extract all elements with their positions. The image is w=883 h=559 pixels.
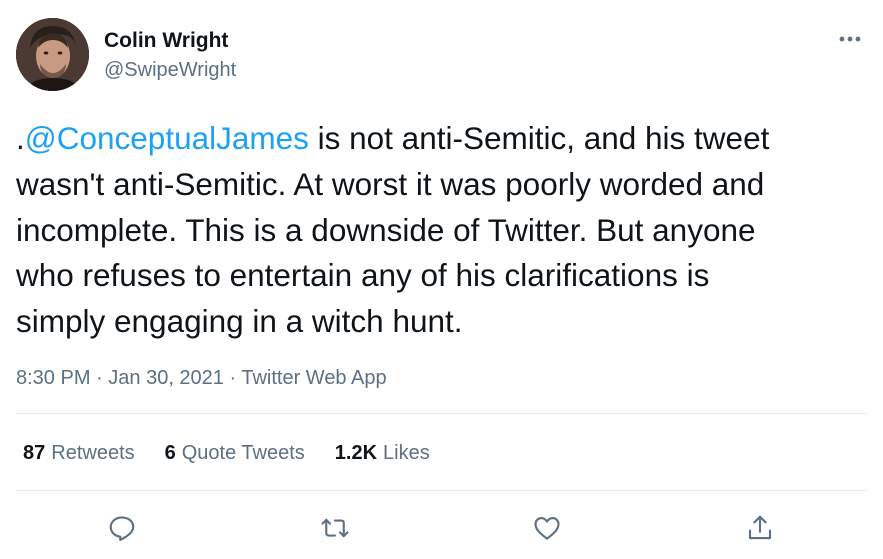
divider xyxy=(16,490,867,491)
quote-tweets-count: 6 xyxy=(164,442,176,464)
quote-tweets-stat[interactable]: 6 Quote Tweets xyxy=(165,439,305,467)
tweet-line: simply engaging in a witch hunt. xyxy=(16,303,463,340)
tweet-line: incomplete. This is a downside of Twitte… xyxy=(16,211,756,248)
likes-stat[interactable]: 1.2K Likes xyxy=(335,439,430,467)
retweets-stat[interactable]: 87 Retweets xyxy=(23,439,135,467)
tweet-line: .@ConceptualJames is not anti-Semitic, a… xyxy=(16,116,876,162)
more-options-button[interactable] xyxy=(833,22,867,56)
tweet-date[interactable]: Jan 30, 2021 xyxy=(108,367,224,389)
retweets-label: Retweets xyxy=(51,442,135,464)
meta-separator: · xyxy=(90,367,109,389)
like-button[interactable] xyxy=(527,508,567,548)
tweet-time[interactable]: 8:30 PM xyxy=(16,367,90,389)
avatar-image xyxy=(16,18,89,91)
tweet-source[interactable]: Twitter Web App xyxy=(241,367,386,389)
meta-separator: · xyxy=(223,367,242,389)
share-icon xyxy=(748,515,772,540)
mention-link[interactable]: @ConceptualJames xyxy=(25,120,309,156)
tweet-text: .@ConceptualJames is not anti-Semitic, a… xyxy=(16,116,876,345)
reply-icon xyxy=(109,516,135,541)
reply-button[interactable] xyxy=(102,508,142,548)
tweet-meta: 8:30 PM · Jan 30, 2021 · Twitter Web App xyxy=(16,364,387,392)
tweet-prefix: . xyxy=(16,120,25,156)
author-handle[interactable]: @SwipeWright xyxy=(104,57,236,83)
more-horizontal-icon xyxy=(839,36,861,42)
tweet-line: wasn't anti-Semitic. At worst it was poo… xyxy=(16,165,765,202)
likes-count: 1.2K xyxy=(334,442,378,464)
tweet-card: Colin Wright @SwipeWright .@ConceptualJa… xyxy=(0,0,883,559)
retweets-count: 87 xyxy=(23,442,46,464)
heart-icon xyxy=(534,516,560,540)
divider xyxy=(16,413,867,414)
tweet-line-rest: is not anti-Semitic, and his tweet xyxy=(308,120,770,156)
retweet-button[interactable] xyxy=(315,508,355,548)
retweet-icon xyxy=(321,518,349,538)
quote-tweets-label: Quote Tweets xyxy=(181,442,305,464)
author-display-name[interactable]: Colin Wright xyxy=(104,28,228,54)
likes-label: Likes xyxy=(383,442,430,464)
tweet-stats: 87 Retweets 6 Quote Tweets 1.2K Likes xyxy=(23,439,430,467)
share-button[interactable] xyxy=(740,508,780,548)
tweet-line: who refuses to entertain any of his clar… xyxy=(16,257,710,294)
avatar[interactable] xyxy=(16,18,89,91)
